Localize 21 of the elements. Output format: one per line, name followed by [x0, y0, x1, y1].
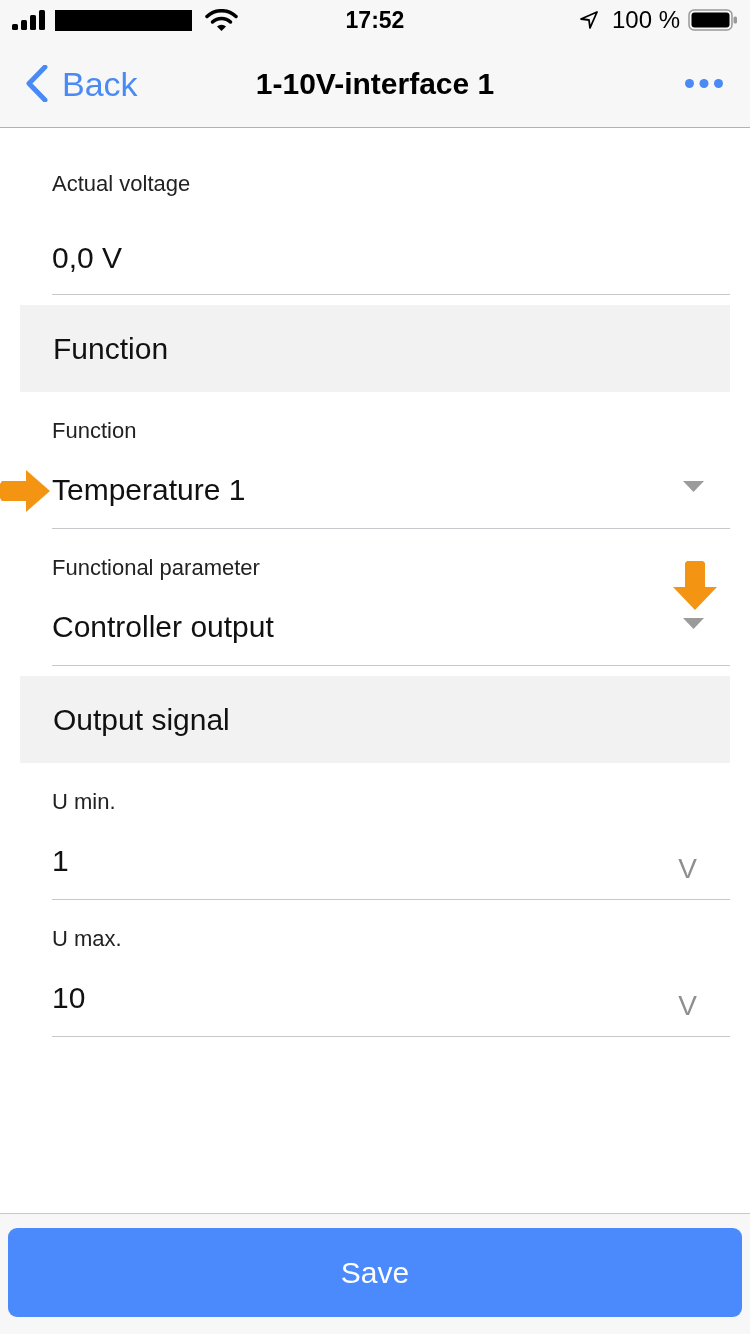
battery-percent: 100 %: [611, 6, 680, 34]
section-header: Function: [20, 305, 730, 392]
section-header: Output signal: [20, 676, 730, 763]
field-label: Actual voltage: [52, 171, 192, 197]
location-icon: [579, 11, 598, 29]
readout-value: 0,0 V: [52, 240, 124, 276]
field-label: Functional parameter: [52, 555, 261, 581]
battery-icon: [688, 9, 738, 31]
more-icon[interactable]: [685, 79, 723, 88]
dropdown[interactable]: Temperature 1: [52, 472, 730, 508]
dropdown[interactable]: Controller output: [52, 609, 730, 645]
field-label: U max.: [52, 926, 123, 952]
field-label: Function: [52, 418, 138, 444]
dropdown-caret-icon: [683, 480, 704, 492]
status-time: 17:52: [345, 6, 405, 34]
dropdown-caret-icon: [683, 617, 704, 629]
nav-title: 1-10V-interface 1: [255, 65, 495, 102]
signal-icon: [12, 10, 46, 30]
wifi-icon: [205, 9, 238, 31]
field-label: U min.: [52, 789, 117, 815]
chevron-left-icon: [25, 65, 48, 102]
